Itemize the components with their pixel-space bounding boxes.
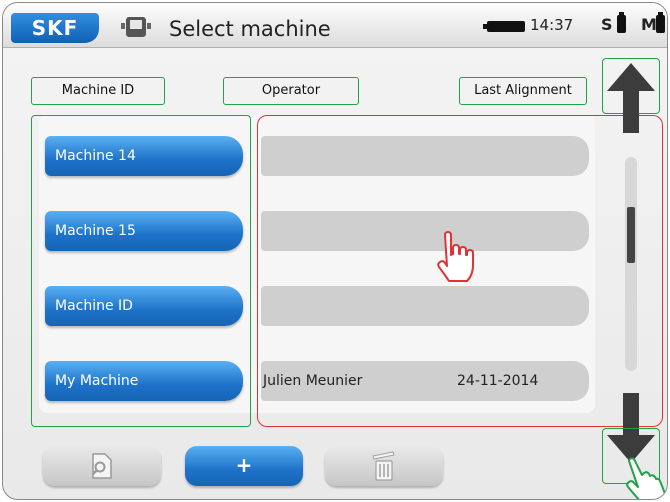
column-header-machine-id[interactable]: Machine ID [31, 77, 165, 105]
page-title: Select machine [169, 17, 331, 41]
column-header-last-alignment[interactable]: Last Alignment [459, 77, 587, 105]
scrollbar-track[interactable] [625, 157, 637, 371]
sensor-s-label: S [601, 15, 613, 34]
sensor-m-battery-icon [656, 12, 665, 33]
clock-time: 14:37 [530, 16, 574, 34]
column-header-operator[interactable]: Operator [223, 77, 359, 105]
header-bar: SKF Select machine 14:37 S M [3, 3, 667, 48]
machine-column-highlight [31, 115, 251, 427]
device-screen: SKF Select machine 14:37 S M Machine ID … [2, 2, 668, 500]
sensor-m-label: M [641, 15, 657, 34]
skf-logo: SKF [11, 13, 99, 43]
scrollbar-thumb[interactable] [627, 207, 635, 263]
machine-icon [121, 17, 151, 37]
battery-icon [483, 21, 525, 32]
sensor-s-battery-icon [617, 12, 626, 33]
hand-pointer-icon [437, 231, 474, 282]
trash-icon [372, 451, 395, 481]
scroll-up-arrow-icon[interactable] [605, 61, 657, 135]
hand-tap-icon [626, 457, 666, 499]
search-document-icon [92, 453, 112, 479]
delete-button[interactable] [325, 446, 443, 486]
search-button[interactable] [43, 446, 161, 486]
add-machine-button[interactable]: + [185, 446, 303, 486]
